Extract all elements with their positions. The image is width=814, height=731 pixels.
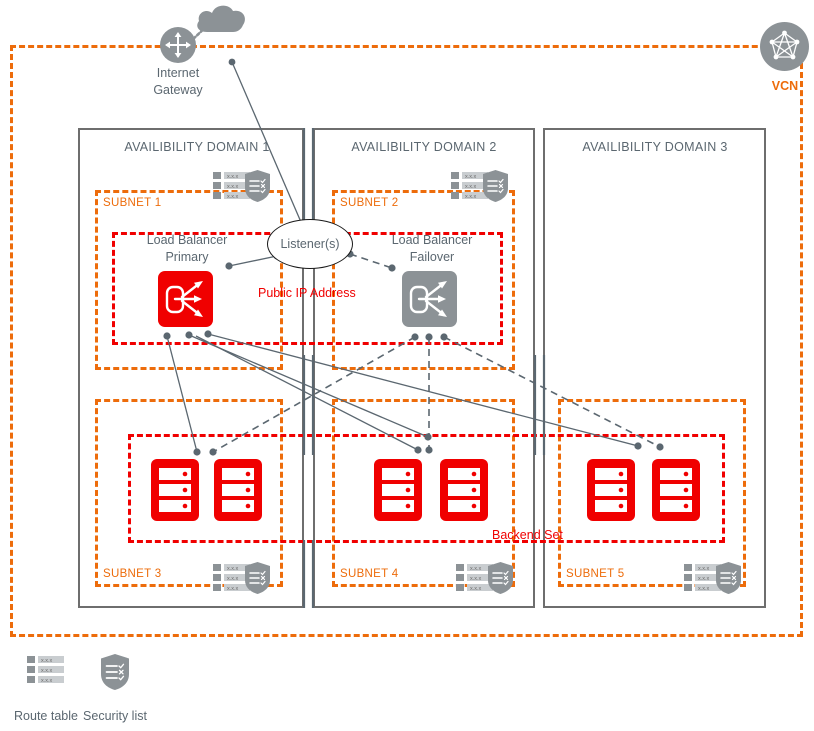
backend-set-label: Backend Set [492,528,563,542]
subnet-5-security-list-icon [716,562,741,594]
vcn-label: VCN [771,79,799,93]
legend-security-list-label: Security list [83,709,147,723]
subnet-3-security-list-icon [245,562,270,594]
subnet-2-security-list-icon [483,170,508,202]
public-ip-address-label: Public IP Address [258,286,356,300]
svg-text:x.x.x: x.x.x [227,174,239,180]
svg-text:x.x.x: x.x.x [227,184,239,190]
backend-server-3[interactable] [374,459,422,521]
svg-text:x.x.x: x.x.x [465,194,477,200]
svg-text:x.x.x: x.x.x [698,566,710,572]
internet-gateway-label: Internet Gateway [138,65,218,99]
availability-domain-3-label: AVAILIBILITY DOMAIN 3 [582,140,728,154]
availability-domain-1-label: AVAILIBILITY DOMAIN 1 [124,140,270,154]
internet-gateway-icon[interactable] [160,27,196,63]
lb-primary-label-line2: Primary [165,250,209,264]
subnet-1-label: SUBNET 1 [103,197,162,209]
subnet-1-security-list-icon [245,170,270,202]
backend-server-2[interactable] [214,459,262,521]
subnet-2-label: SUBNET 2 [340,197,399,209]
internet-gateway-label-line1: Internet [156,66,200,80]
legend-route-table-icon: x.x.x x.x.x x.x.x [27,655,65,685]
load-balancer-primary-label: Load Balancer Primary [137,232,237,266]
load-balancer-failover-icon[interactable] [402,271,457,327]
svg-text:x.x.x: x.x.x [41,678,53,684]
backend-server-1[interactable] [151,459,199,521]
svg-text:x.x.x: x.x.x [465,174,477,180]
listener-node[interactable]: Listener(s) [267,219,353,269]
backend-server-4[interactable] [440,459,488,521]
subnet-3-label: SUBNET 3 [103,568,162,580]
lb-failover-label-line2: Failover [409,250,455,264]
svg-text:x.x.x: x.x.x [227,576,239,582]
load-balancer-failover-label: Load Balancer Failover [382,232,482,266]
load-balancer-primary-icon[interactable] [158,271,213,327]
listener-label: Listener(s) [280,237,340,251]
lb-primary-label-line1: Load Balancer [146,233,228,247]
internet-gateway-label-line2: Gateway [153,83,203,97]
svg-text:x.x.x: x.x.x [41,668,53,674]
subnet-4-security-list-icon [488,562,513,594]
backend-server-6[interactable] [652,459,700,521]
svg-text:x.x.x: x.x.x [227,586,239,592]
svg-text:x.x.x: x.x.x [698,576,710,582]
svg-text:x.x.x: x.x.x [227,566,239,572]
architecture-diagram: AVAILIBILITY DOMAIN 1 AVAILIBILITY DOMAI… [0,0,814,731]
svg-text:x.x.x: x.x.x [698,586,710,592]
svg-text:x.x.x: x.x.x [227,194,239,200]
svg-text:x.x.x: x.x.x [465,184,477,190]
subnet-5-label: SUBNET 5 [566,568,625,580]
vcn-icon[interactable] [760,22,809,71]
availability-domain-2-label: AVAILIBILITY DOMAIN 2 [351,140,497,154]
subnet-4-label: SUBNET 4 [340,568,399,580]
svg-text:x.x.x: x.x.x [470,566,482,572]
svg-text:x.x.x: x.x.x [470,586,482,592]
svg-text:x.x.x: x.x.x [41,658,53,664]
svg-text:x.x.x: x.x.x [470,576,482,582]
lb-failover-label-line1: Load Balancer [391,233,473,247]
backend-server-5[interactable] [587,459,635,521]
legend-security-list-icon [101,654,129,690]
